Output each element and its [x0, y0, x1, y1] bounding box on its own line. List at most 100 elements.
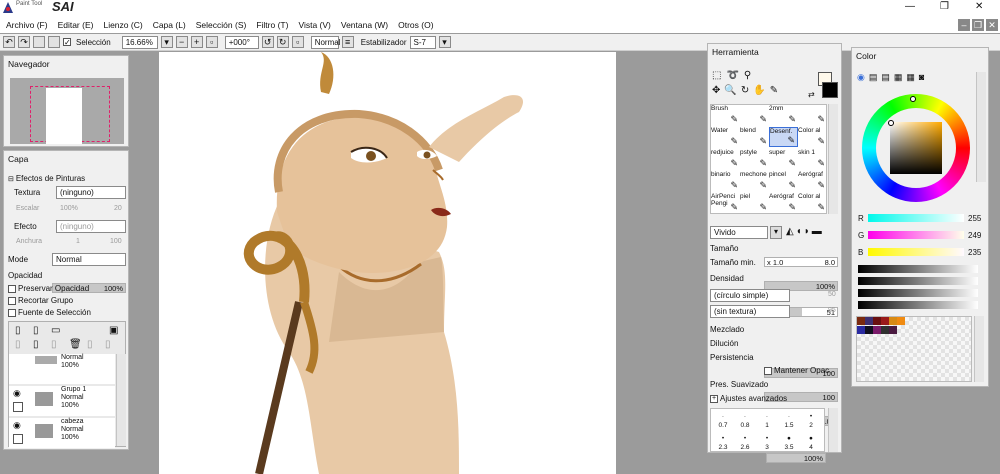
preset-dot-icon[interactable]: • [757, 435, 777, 442]
brush-tool-cell[interactable]: ✎ [740, 105, 769, 125]
brush-tool-cell[interactable]: Desenf. ✎ [769, 127, 798, 147]
zoom-out-icon[interactable]: − [175, 36, 188, 48]
close-button[interactable]: ✕ [975, 1, 983, 12]
menu-canvas[interactable]: Lienzo (C) [103, 20, 142, 30]
rotate-reset-icon[interactable]: ▫ [291, 36, 304, 48]
preset-dot-icon[interactable]: · [735, 413, 755, 420]
b-slider[interactable] [868, 248, 964, 256]
move-icon[interactable]: ✥ [712, 85, 724, 96]
background-color[interactable] [822, 82, 838, 98]
stabilizer-dropdown-icon[interactable]: ▾ [438, 36, 451, 48]
zoom-menu-icon[interactable]: ▾ [160, 36, 173, 48]
hue-cursor[interactable] [910, 96, 916, 102]
preset-size-label[interactable]: 3 [757, 444, 777, 451]
brush-tool-cell[interactable]: redjuice ✎ [711, 149, 740, 169]
gray-slider[interactable] [858, 301, 978, 309]
layer-scrollbar[interactable] [116, 354, 126, 446]
blend-select[interactable]: Vivido [710, 226, 768, 239]
preset-dot-icon[interactable]: • [801, 413, 821, 420]
advanced-settings-toggle[interactable]: + Ajustes avanzados [710, 394, 787, 403]
preset-dot-icon[interactable]: ● [801, 435, 821, 442]
view-mode-icon[interactable]: ≡ [341, 36, 354, 48]
sv-square[interactable] [890, 122, 942, 174]
mdi-minimize-icon[interactable]: – [958, 19, 970, 31]
stabilizer-field[interactable]: S-7 [409, 35, 436, 49]
zoom-in-icon[interactable]: + [190, 36, 203, 48]
merge-visible-icon[interactable]: ▯ [105, 339, 111, 350]
layer-lock-box[interactable] [13, 402, 23, 412]
color-swatch[interactable] [881, 317, 889, 325]
color-swatch[interactable] [889, 317, 897, 325]
color-scrollbar[interactable] [976, 72, 986, 182]
scratchpad-tab-icon[interactable]: ◙ [919, 72, 928, 82]
smoothing-slider[interactable]: 100% [766, 453, 826, 463]
undo-icon[interactable]: ↶ [3, 36, 15, 48]
texture-select-tool[interactable]: (sin textura) [710, 305, 790, 318]
deselect-icon[interactable] [33, 36, 45, 48]
zoom-reset-icon[interactable]: ▫ [205, 36, 218, 48]
zoom-icon[interactable]: 🔍 [724, 85, 740, 96]
keep-opacity-checkbox[interactable]: Mantener Opac. [764, 366, 831, 375]
brush-tool-cell[interactable]: piel ✎ [740, 193, 769, 213]
presets-scrollbar[interactable] [828, 408, 838, 452]
clip-group-checkbox[interactable]: Recortar Grupo [8, 296, 73, 305]
preset-size-label[interactable]: 3.5 [779, 444, 799, 451]
rect-select-icon[interactable]: ⬚ [712, 70, 726, 81]
color-wheel-tab-icon[interactable]: ◉ [857, 72, 869, 82]
effect-select[interactable]: (ninguno) [56, 220, 126, 233]
texture-select[interactable]: (ninguno) [56, 186, 126, 199]
preset-dot-icon[interactable]: · [713, 413, 733, 420]
preset-size-label[interactable]: 2.3 [713, 444, 733, 451]
color-swatch[interactable] [897, 317, 905, 325]
preset-dot-icon[interactable]: • [735, 435, 755, 442]
zoom-field[interactable]: 16.66% [121, 35, 158, 49]
selection-source-checkbox[interactable]: Fuente de Selección [8, 308, 91, 317]
brush-tool-cell[interactable]: AirPenci Pengi ✎ [711, 193, 740, 213]
rotate-right-icon[interactable]: ↻ [276, 36, 289, 48]
color-swatch[interactable] [889, 326, 897, 334]
color-swatch[interactable] [865, 326, 873, 334]
preset-size-label[interactable]: 4 [801, 444, 821, 451]
preset-size-label[interactable]: 2 [801, 422, 821, 429]
blend-dropdown-icon[interactable]: ▾ [770, 226, 782, 239]
visibility-eye-icon[interactable]: ◉ [13, 388, 21, 399]
color-swatch[interactable] [881, 326, 889, 334]
menu-edit[interactable]: Editar (E) [58, 20, 94, 30]
delete-layer-icon[interactable]: 🗑 [69, 339, 82, 350]
brush-tool-cell[interactable]: mechone ✎ [740, 171, 769, 191]
menu-selection[interactable]: Selección (S) [196, 20, 247, 30]
gray-slider[interactable] [858, 265, 978, 273]
brush-tool-cell[interactable]: 2mm ✎ [769, 105, 798, 125]
layer-row[interactable]: ◉ cabeza Normal 100% [9, 418, 115, 448]
shape-select[interactable]: (círculo simple) [710, 289, 790, 302]
rgb-slider-tab-icon[interactable]: ▤ [869, 72, 882, 82]
invert-selection-icon[interactable] [48, 36, 60, 48]
merge-layer-icon[interactable]: ▯ [51, 339, 57, 350]
brush-shape-selector[interactable]: ◭◖◗▬ [786, 226, 824, 237]
brush-tool-cell[interactable]: Water ✎ [711, 127, 740, 147]
tool-grid-scrollbar[interactable] [828, 104, 838, 214]
brush-tool-cell[interactable]: pincel ✎ [769, 171, 798, 191]
hand-icon[interactable]: ✋ [753, 85, 769, 96]
mask-icon[interactable]: ▣ [109, 325, 118, 336]
eyedropper-icon[interactable]: ✎ [770, 85, 782, 96]
color-swatch[interactable] [865, 317, 873, 325]
gray-slider[interactable] [858, 277, 978, 285]
brush-tool-cell[interactable]: Aerógraf ✎ [798, 171, 826, 191]
color-swatch[interactable] [873, 326, 881, 334]
preset-size-label[interactable]: 2.6 [735, 444, 755, 451]
transfer-layer-icon[interactable]: ▯ [33, 339, 39, 350]
gray-sliders[interactable] [858, 265, 978, 313]
preset-size-label[interactable]: 1.5 [779, 422, 799, 429]
menu-filter[interactable]: Filtro (T) [256, 20, 288, 30]
preserve-opacity-checkbox[interactable]: Preservar Opacidad [8, 284, 89, 293]
color-swatch[interactable] [873, 317, 881, 325]
selection-checkbox[interactable]: ✓ [63, 38, 71, 47]
brush-tool-cell[interactable]: ✎ [798, 105, 826, 125]
menu-window[interactable]: Ventana (W) [341, 20, 388, 30]
brush-tool-cell[interactable]: skin 1 ✎ [798, 149, 826, 169]
drawing-canvas[interactable] [159, 52, 616, 474]
gray-slider[interactable] [858, 289, 978, 297]
copy-layer-icon[interactable]: ▯ [15, 339, 21, 350]
swap-colors-icon[interactable]: ⇄ [808, 90, 815, 99]
